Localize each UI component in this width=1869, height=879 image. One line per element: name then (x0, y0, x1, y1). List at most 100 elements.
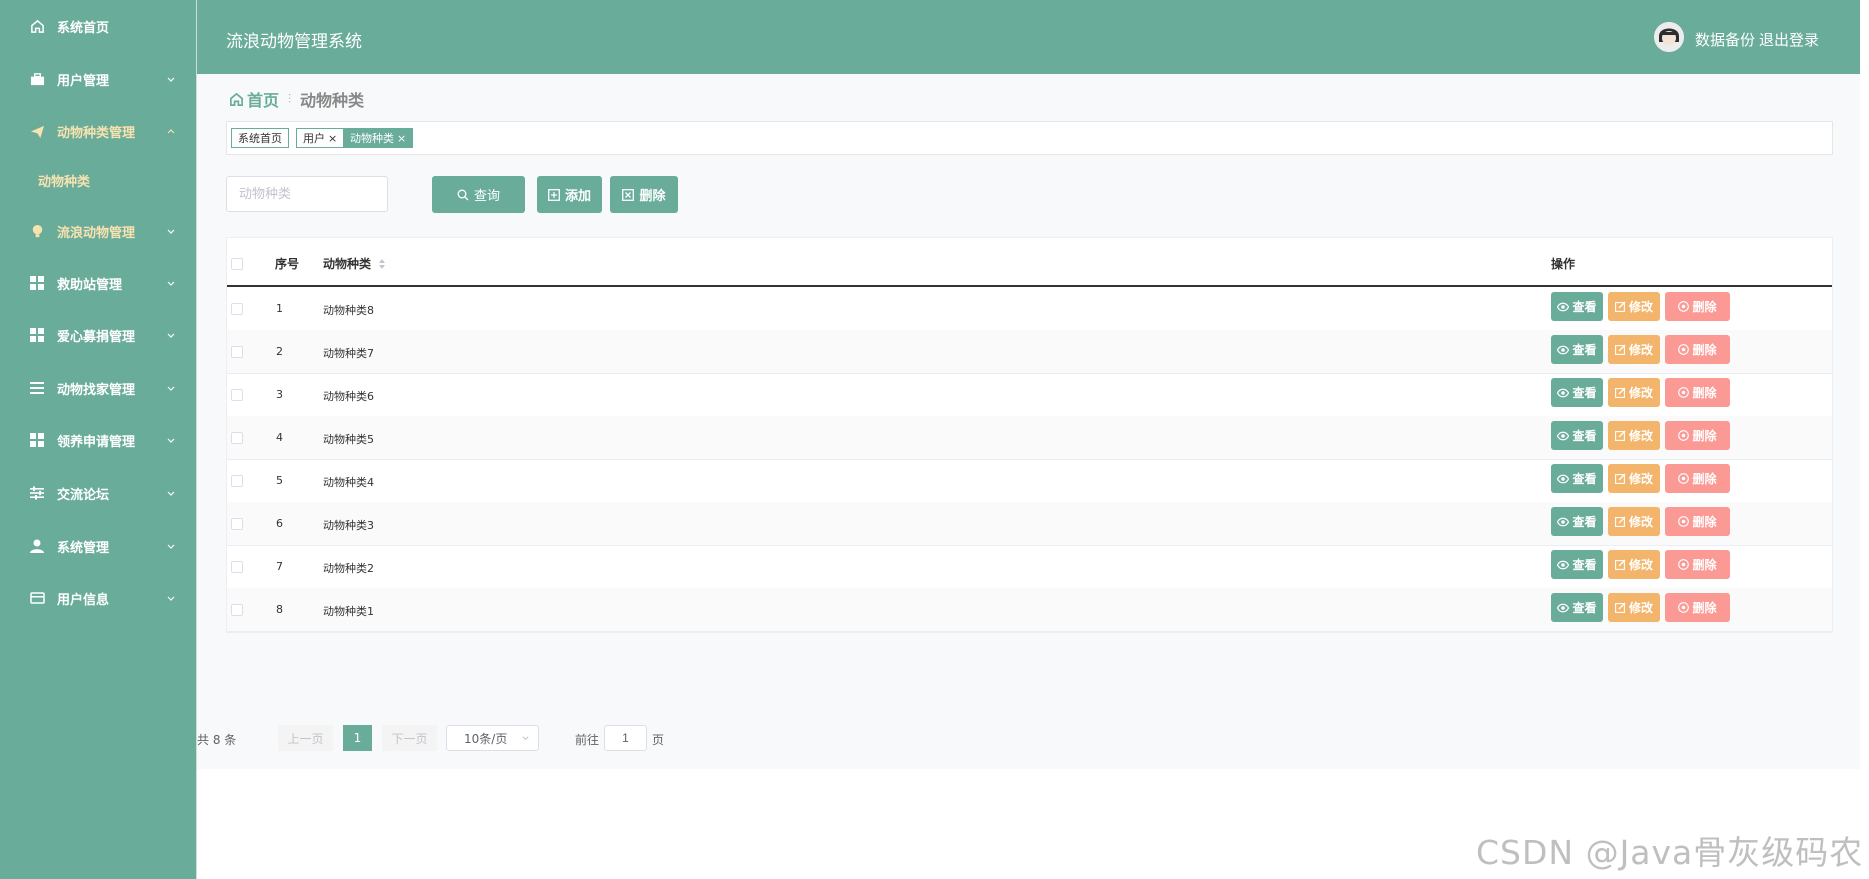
edit-label: 修改 (1628, 558, 1653, 572)
close-icon[interactable]: × (397, 132, 406, 145)
sidebar-item-user-management[interactable]: 用户管理 (0, 53, 196, 105)
close-icon[interactable]: × (328, 132, 337, 145)
row-checkbox[interactable] (231, 475, 243, 487)
delete-button[interactable]: 删除 (1665, 507, 1730, 536)
edit-button[interactable]: 修改 (1608, 421, 1660, 450)
lightbulb-icon (29, 223, 45, 239)
app-title: 流浪动物管理系统 (226, 32, 362, 52)
avatar[interactable] (1654, 22, 1684, 52)
circle-close-icon (1678, 387, 1690, 398)
edit-label: 修改 (1628, 343, 1653, 357)
sidebar-item-user-info[interactable]: 用户信息 (0, 572, 196, 624)
view-button[interactable]: 查看 (1551, 507, 1603, 536)
eye-icon (1557, 517, 1570, 526)
delete-button[interactable]: 删除 (1665, 550, 1730, 579)
tag-system-home[interactable]: 系统首页 (231, 128, 289, 148)
row-checkbox[interactable] (231, 604, 243, 616)
batch-delete-button[interactable]: 删除 (610, 176, 678, 213)
close-square-icon (622, 188, 635, 201)
pagination-next-button[interactable]: 下一页 (382, 725, 437, 751)
edit-button[interactable]: 修改 (1608, 292, 1660, 321)
row-index: 1 (276, 302, 283, 315)
view-label: 查看 (1572, 343, 1597, 357)
sidebar-item-adoption-application-management[interactable]: 领养申请管理 (0, 414, 196, 466)
view-button[interactable]: 查看 (1551, 292, 1603, 321)
sidebar-item-home[interactable]: 系统首页 (0, 0, 196, 52)
sidebar-item-system-management[interactable]: 系统管理 (0, 520, 196, 572)
sidebar-item-label: 系统首页 (57, 20, 110, 36)
row-checkbox[interactable] (231, 389, 243, 401)
delete-label: 删除 (1692, 343, 1717, 357)
circle-close-icon (1678, 301, 1690, 312)
pagination-next-label: 下一页 (391, 731, 428, 746)
edit-label: 修改 (1628, 515, 1653, 529)
edit-button[interactable]: 修改 (1608, 378, 1660, 407)
page-size-label: 10条/页 (464, 731, 508, 746)
edit-button[interactable]: 修改 (1608, 507, 1660, 536)
select-all-checkbox[interactable] (231, 258, 243, 270)
pagination-goto-input[interactable] (604, 725, 647, 751)
column-header-label: 动物种类 (323, 257, 372, 271)
view-button[interactable]: 查看 (1551, 464, 1603, 493)
list-icon (29, 380, 45, 396)
circle-close-icon (1678, 344, 1690, 355)
edit-button[interactable]: 修改 (1608, 550, 1660, 579)
column-header-animal-type[interactable]: 动物种类 (323, 255, 387, 272)
add-button[interactable]: 添加 (537, 176, 602, 213)
sidebar-item-stray-animal-management[interactable]: 流浪动物管理 (0, 205, 196, 257)
pagination-page-1[interactable]: 1 (343, 725, 372, 751)
edit-button[interactable]: 修改 (1608, 335, 1660, 364)
delete-button[interactable]: 删除 (1665, 378, 1730, 407)
tag-animal-type[interactable]: 动物种类 × (343, 128, 414, 148)
edit-button[interactable]: 修改 (1608, 464, 1660, 493)
row-checkbox[interactable] (231, 432, 243, 444)
delete-label: 删除 (639, 189, 666, 204)
sidebar-item-animal-home-management[interactable]: 动物找家管理 (0, 362, 196, 414)
chevron-up-icon (166, 126, 176, 136)
home-icon (29, 18, 45, 34)
row-checkbox[interactable] (231, 518, 243, 530)
pagination-prev-button[interactable]: 上一页 (278, 725, 333, 751)
edit-button[interactable]: 修改 (1608, 593, 1660, 622)
delete-button[interactable]: 删除 (1665, 292, 1730, 321)
delete-button[interactable]: 删除 (1665, 421, 1730, 450)
delete-button[interactable]: 删除 (1665, 593, 1730, 622)
page-size-select[interactable]: 10条/页 (446, 725, 539, 751)
view-button[interactable]: 查看 (1551, 378, 1603, 407)
circle-close-icon (1678, 473, 1690, 484)
sidebar-item-label: 动物种类管理 (57, 125, 136, 141)
logout-link[interactable]: 退出登录 (1759, 29, 1819, 50)
sidebar-subitem-animal-type[interactable]: 动物种类 (0, 160, 196, 200)
delete-label: 删除 (1692, 386, 1717, 400)
delete-label: 删除 (1692, 601, 1717, 615)
row-checkbox[interactable] (231, 561, 243, 573)
breadcrumb-home[interactable]: 首页 (229, 87, 279, 111)
sidebar-item-rescue-station-management[interactable]: 救助站管理 (0, 257, 196, 309)
watermark: CSDN @Java骨灰级码农 (1476, 833, 1864, 872)
row-animal-type: 动物种类5 (323, 433, 374, 446)
sidebar-item-forum[interactable]: 交流论坛 (0, 467, 196, 519)
table-row: 3 动物种类6 查看 修改 删除 (227, 373, 1832, 417)
view-button[interactable]: 查看 (1551, 550, 1603, 579)
row-checkbox[interactable] (231, 303, 243, 315)
sidebar-item-donation-management[interactable]: 爱心募捐管理 (0, 309, 196, 361)
view-label: 查看 (1572, 429, 1597, 443)
delete-button[interactable]: 删除 (1665, 335, 1730, 364)
search-input[interactable] (226, 176, 388, 212)
delete-label: 删除 (1692, 558, 1717, 572)
edit-icon (1615, 516, 1626, 527)
pagination-goto-prefix: 前往 (575, 733, 600, 747)
row-checkbox[interactable] (231, 346, 243, 358)
view-button[interactable]: 查看 (1551, 421, 1603, 450)
delete-label: 删除 (1692, 300, 1717, 314)
delete-button[interactable]: 删除 (1665, 464, 1730, 493)
sidebar-item-animal-type-management[interactable]: 动物种类管理 (0, 105, 196, 157)
table-row: 6 动物种类3 查看 修改 删除 (227, 502, 1832, 546)
paper-plane-icon (29, 123, 45, 139)
data-backup-link[interactable]: 数据备份 (1695, 29, 1755, 50)
chevron-down-icon (166, 593, 176, 603)
view-button[interactable]: 查看 (1551, 593, 1603, 622)
tag-user[interactable]: 用户 × (296, 128, 345, 148)
query-button[interactable]: 查询 (432, 176, 525, 213)
view-button[interactable]: 查看 (1551, 335, 1603, 364)
